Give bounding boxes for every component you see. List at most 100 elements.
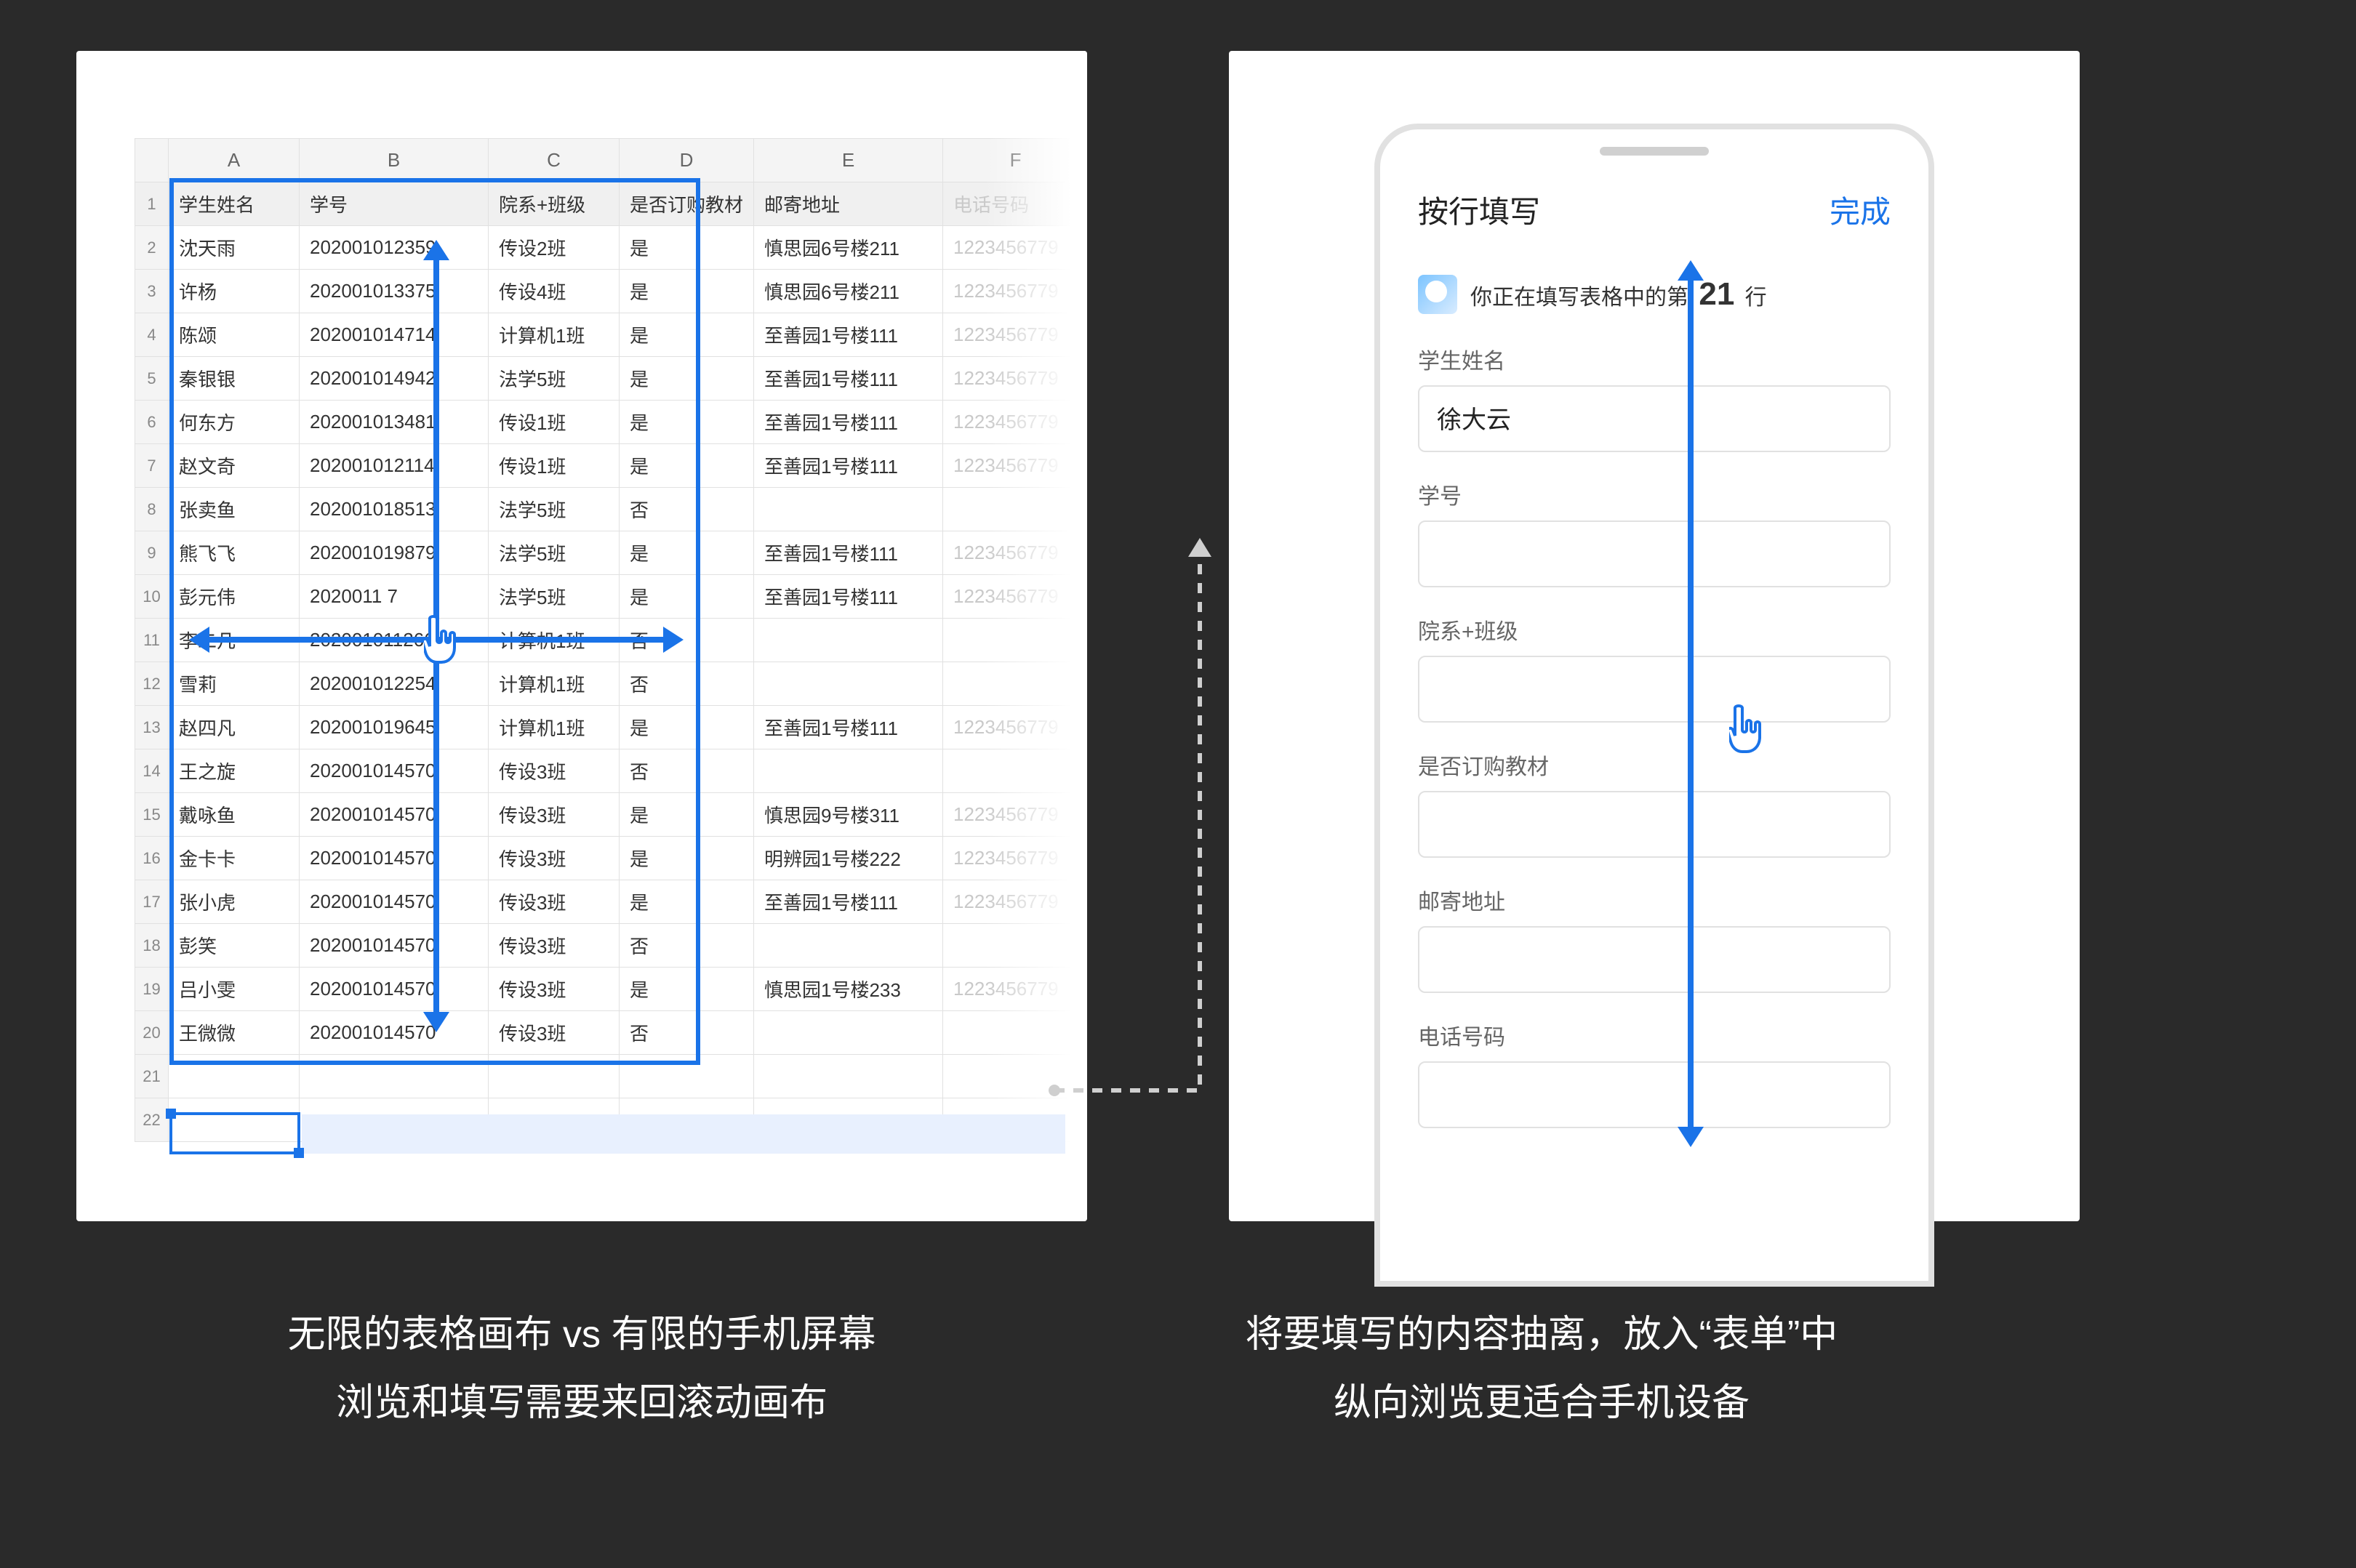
data-cell[interactable]: 202001014714 <box>300 313 489 357</box>
data-cell[interactable]: 202001014570 <box>300 749 489 793</box>
data-cell[interactable]: 明辨园1号楼222 <box>754 837 943 880</box>
data-cell[interactable]: 秦银银 <box>169 357 300 401</box>
data-cell[interactable]: 是 <box>620 531 754 575</box>
data-cell[interactable]: 法学5班 <box>489 488 620 531</box>
data-cell[interactable] <box>943 1011 1087 1055</box>
column-letter[interactable]: F <box>943 139 1087 182</box>
row-number[interactable]: 5 <box>135 357 169 401</box>
data-cell[interactable]: 是 <box>620 270 754 313</box>
data-cell[interactable]: 202001018513 <box>300 488 489 531</box>
data-cell[interactable] <box>943 662 1087 706</box>
data-cell[interactable]: 202001014570 <box>300 924 489 968</box>
row-number[interactable]: 4 <box>135 313 169 357</box>
data-cell[interactable]: 法学5班 <box>489 531 620 575</box>
data-cell[interactable]: 1223456779 <box>943 880 1087 924</box>
data-cell[interactable]: 2020011 7 <box>300 575 489 619</box>
data-cell[interactable]: 计算机1班 <box>489 313 620 357</box>
data-cell[interactable]: 传设1班 <box>489 444 620 488</box>
data-cell[interactable]: 1223456779 <box>943 531 1087 575</box>
data-cell[interactable]: 1223456779 <box>943 444 1087 488</box>
data-cell[interactable]: 1223456779 <box>943 226 1087 270</box>
row-number[interactable]: 6 <box>135 401 169 444</box>
data-cell[interactable]: 慎思园6号楼211 <box>754 226 943 270</box>
row-number[interactable]: 19 <box>135 968 169 1011</box>
row-number[interactable]: 10 <box>135 575 169 619</box>
data-cell[interactable]: 否 <box>620 1011 754 1055</box>
row-number[interactable]: 15 <box>135 793 169 837</box>
data-cell[interactable]: 传设3班 <box>489 924 620 968</box>
column-letter[interactable]: A <box>169 139 300 182</box>
row-number[interactable]: 16 <box>135 837 169 880</box>
data-cell[interactable]: 何东方 <box>169 401 300 444</box>
data-cell[interactable]: 赵文奇 <box>169 444 300 488</box>
data-cell[interactable]: 张小虎 <box>169 880 300 924</box>
data-cell[interactable]: 202001012114 <box>300 444 489 488</box>
data-cell[interactable]: 是 <box>620 313 754 357</box>
row-number[interactable]: 17 <box>135 880 169 924</box>
done-button[interactable]: 完成 <box>1830 188 1891 232</box>
data-cell[interactable]: 是 <box>620 401 754 444</box>
row-number[interactable]: 21 <box>135 1055 169 1098</box>
data-cell[interactable]: 传设1班 <box>489 401 620 444</box>
data-cell[interactable]: 202001012359 <box>300 226 489 270</box>
data-cell[interactable] <box>943 924 1087 968</box>
row-number[interactable]: 13 <box>135 706 169 749</box>
data-cell[interactable]: 传设3班 <box>489 1011 620 1055</box>
data-cell[interactable]: 是 <box>620 793 754 837</box>
data-cell[interactable]: 202001014570 <box>300 1011 489 1055</box>
row-number[interactable]: 20 <box>135 1011 169 1055</box>
field-input[interactable] <box>1418 656 1891 723</box>
data-cell[interactable]: 传设3班 <box>489 968 620 1011</box>
field-input[interactable]: 徐大云 <box>1418 385 1891 452</box>
data-cell[interactable]: 慎思园9号楼311 <box>754 793 943 837</box>
empty-cell[interactable] <box>620 1055 754 1098</box>
data-cell[interactable]: 202001014570 <box>300 968 489 1011</box>
data-cell[interactable]: 至善园1号楼111 <box>754 444 943 488</box>
data-cell[interactable]: 至善园1号楼111 <box>754 880 943 924</box>
header-cell[interactable]: 院系+班级 <box>489 182 620 226</box>
data-cell[interactable]: 吕小雯 <box>169 968 300 1011</box>
data-cell[interactable]: 传设3班 <box>489 880 620 924</box>
data-cell[interactable]: 李二凡 <box>169 619 300 662</box>
row-number[interactable]: 3 <box>135 270 169 313</box>
column-letter[interactable]: C <box>489 139 620 182</box>
row-number[interactable]: 14 <box>135 749 169 793</box>
data-cell[interactable]: 雪莉 <box>169 662 300 706</box>
data-cell[interactable]: 202001014570 <box>300 880 489 924</box>
header-cell[interactable]: 学生姓名 <box>169 182 300 226</box>
data-cell[interactable]: 法学5班 <box>489 575 620 619</box>
empty-cell[interactable] <box>754 1055 943 1098</box>
data-cell[interactable] <box>754 924 943 968</box>
data-cell[interactable]: 是 <box>620 444 754 488</box>
data-cell[interactable] <box>943 749 1087 793</box>
data-cell[interactable]: 202001012254 <box>300 662 489 706</box>
data-cell[interactable]: 计算机1班 <box>489 706 620 749</box>
data-cell[interactable] <box>754 662 943 706</box>
data-cell[interactable]: 戴咏鱼 <box>169 793 300 837</box>
data-cell[interactable]: 否 <box>620 924 754 968</box>
data-cell[interactable]: 1223456779 <box>943 706 1087 749</box>
data-cell[interactable]: 传设3班 <box>489 749 620 793</box>
data-cell[interactable]: 至善园1号楼111 <box>754 357 943 401</box>
data-cell[interactable]: 1223456779 <box>943 837 1087 880</box>
data-cell[interactable]: 传设2班 <box>489 226 620 270</box>
data-cell[interactable]: 是 <box>620 226 754 270</box>
data-cell[interactable]: 彭元伟 <box>169 575 300 619</box>
row-number[interactable]: 22 <box>135 1098 169 1142</box>
data-cell[interactable]: 202001011266 <box>300 619 489 662</box>
empty-cell[interactable] <box>489 1055 620 1098</box>
empty-cell[interactable] <box>300 1055 489 1098</box>
empty-cell[interactable] <box>943 1055 1087 1098</box>
data-cell[interactable]: 否 <box>620 662 754 706</box>
data-cell[interactable]: 1223456779 <box>943 313 1087 357</box>
data-cell[interactable]: 是 <box>620 706 754 749</box>
data-cell[interactable]: 是 <box>620 357 754 401</box>
data-cell[interactable]: 是 <box>620 575 754 619</box>
data-cell[interactable]: 202001019879 <box>300 531 489 575</box>
data-cell[interactable]: 202001014942 <box>300 357 489 401</box>
empty-cell[interactable] <box>169 1055 300 1098</box>
data-cell[interactable]: 张卖鱼 <box>169 488 300 531</box>
data-cell[interactable]: 否 <box>620 749 754 793</box>
row-number[interactable]: 11 <box>135 619 169 662</box>
field-input[interactable] <box>1418 791 1891 858</box>
